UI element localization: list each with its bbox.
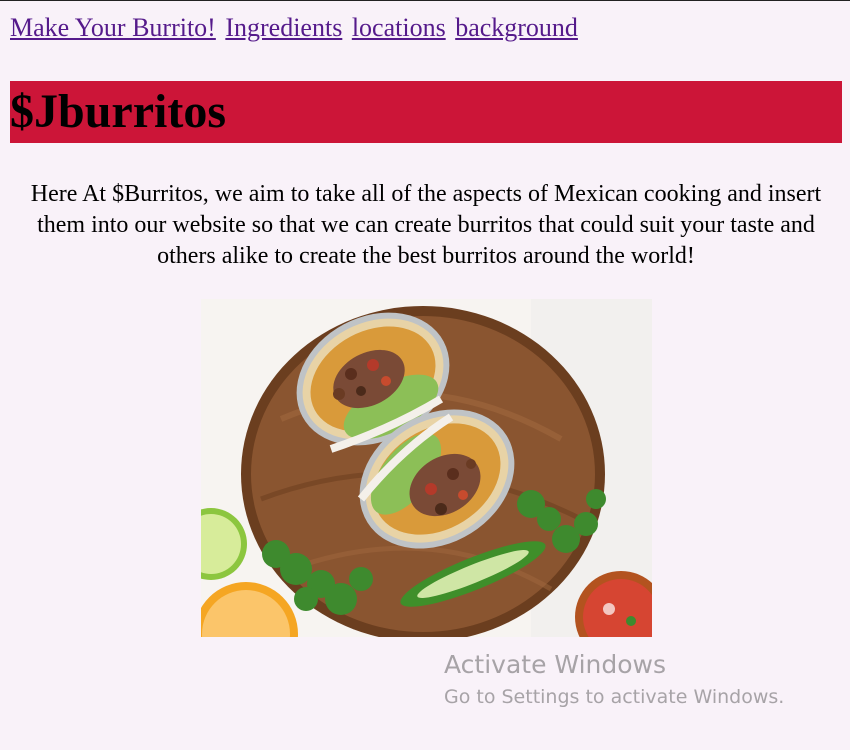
page-title: $Jburritos [10, 85, 226, 138]
title-banner: $Jburritos [10, 81, 842, 143]
nav-link-ingredients[interactable]: Ingredients [225, 13, 342, 42]
watermark-subtitle: Go to Settings to activate Windows. [444, 686, 785, 708]
top-nav: Make Your Burrito! Ingredients locations… [10, 13, 581, 43]
burrito-photo [201, 299, 652, 637]
windows-activation-watermark: Activate Windows Go to Settings to activ… [444, 648, 784, 712]
nav-link-locations[interactable]: locations [352, 13, 446, 42]
burrito-photo-illustration [201, 299, 652, 637]
nav-link-background[interactable]: background [455, 13, 578, 42]
nav-link-make-your-burrito[interactable]: Make Your Burrito! [10, 13, 216, 42]
watermark-title: Activate Windows [444, 650, 666, 679]
intro-paragraph: Here At $Burritos, we aim to take all of… [30, 181, 822, 269]
